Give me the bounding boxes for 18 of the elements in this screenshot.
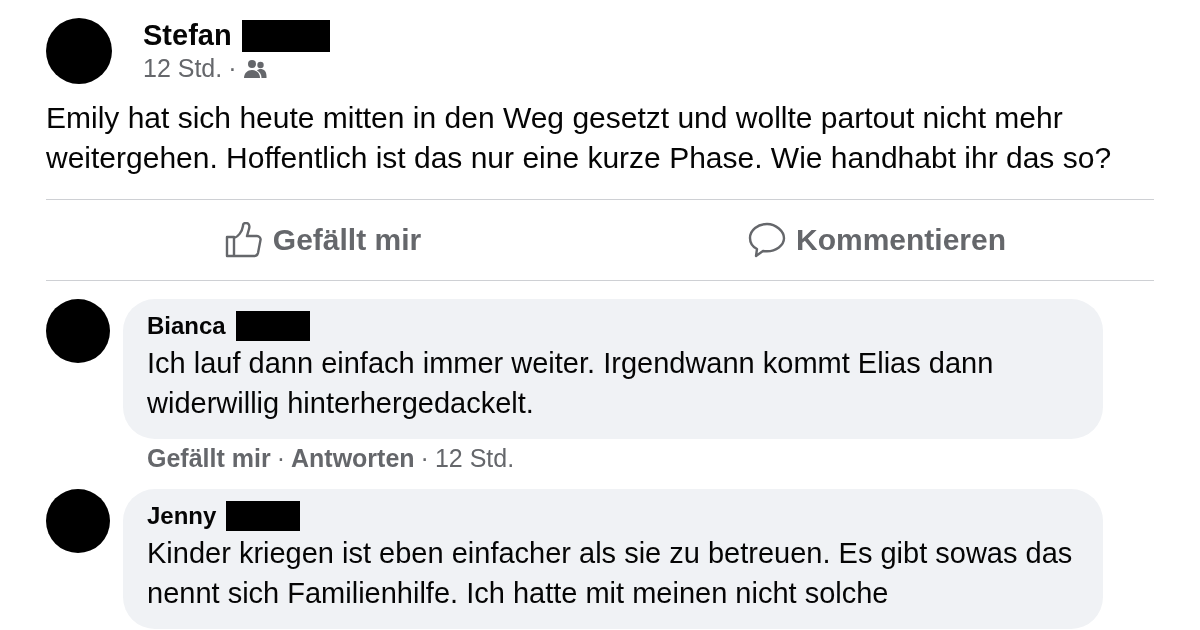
comment-time: 12 Std. bbox=[434, 444, 515, 473]
author-name[interactable]: Stefan bbox=[143, 19, 232, 52]
comment-text: Kinder kriegen ist eben einfacher als sie zu betreuen. Es gibt sowas das nennt sich Familienhilfe. Ich hatte mit meinen nicht solche bbox=[147, 536, 1074, 611]
speech-bubble-icon bbox=[747, 222, 786, 258]
comment-text: Ich lauf dann einfach immer weiter. Irgendwann kommt Elias dann widerwillig hinterhergedackelt. bbox=[147, 346, 995, 421]
like-link[interactable]: Gefällt mir bbox=[147, 444, 271, 473]
separator: · bbox=[228, 54, 237, 83]
reply-link[interactable]: Antworten bbox=[291, 444, 415, 473]
commenter-name[interactable]: Bianca bbox=[147, 312, 226, 340]
thumbs-up-icon bbox=[224, 222, 263, 258]
commenter-name[interactable]: Jenny bbox=[147, 502, 217, 530]
action-button[interactable]: Gefällt mir bbox=[46, 200, 600, 280]
post-time[interactable]: 12 Std. bbox=[143, 54, 223, 83]
action-button[interactable]: Kommentieren bbox=[600, 200, 1154, 280]
post-text: Emily hat sich heute mitten in den Weg gesetzt und wollte partout nicht mehr weitergehen. Hoffentlich ist das nur eine kurze Phase. Wie handhabt ihr das so? bbox=[46, 100, 1113, 176]
separator: · bbox=[420, 444, 429, 473]
people-icon bbox=[242, 58, 267, 79]
separator: · bbox=[276, 444, 285, 473]
